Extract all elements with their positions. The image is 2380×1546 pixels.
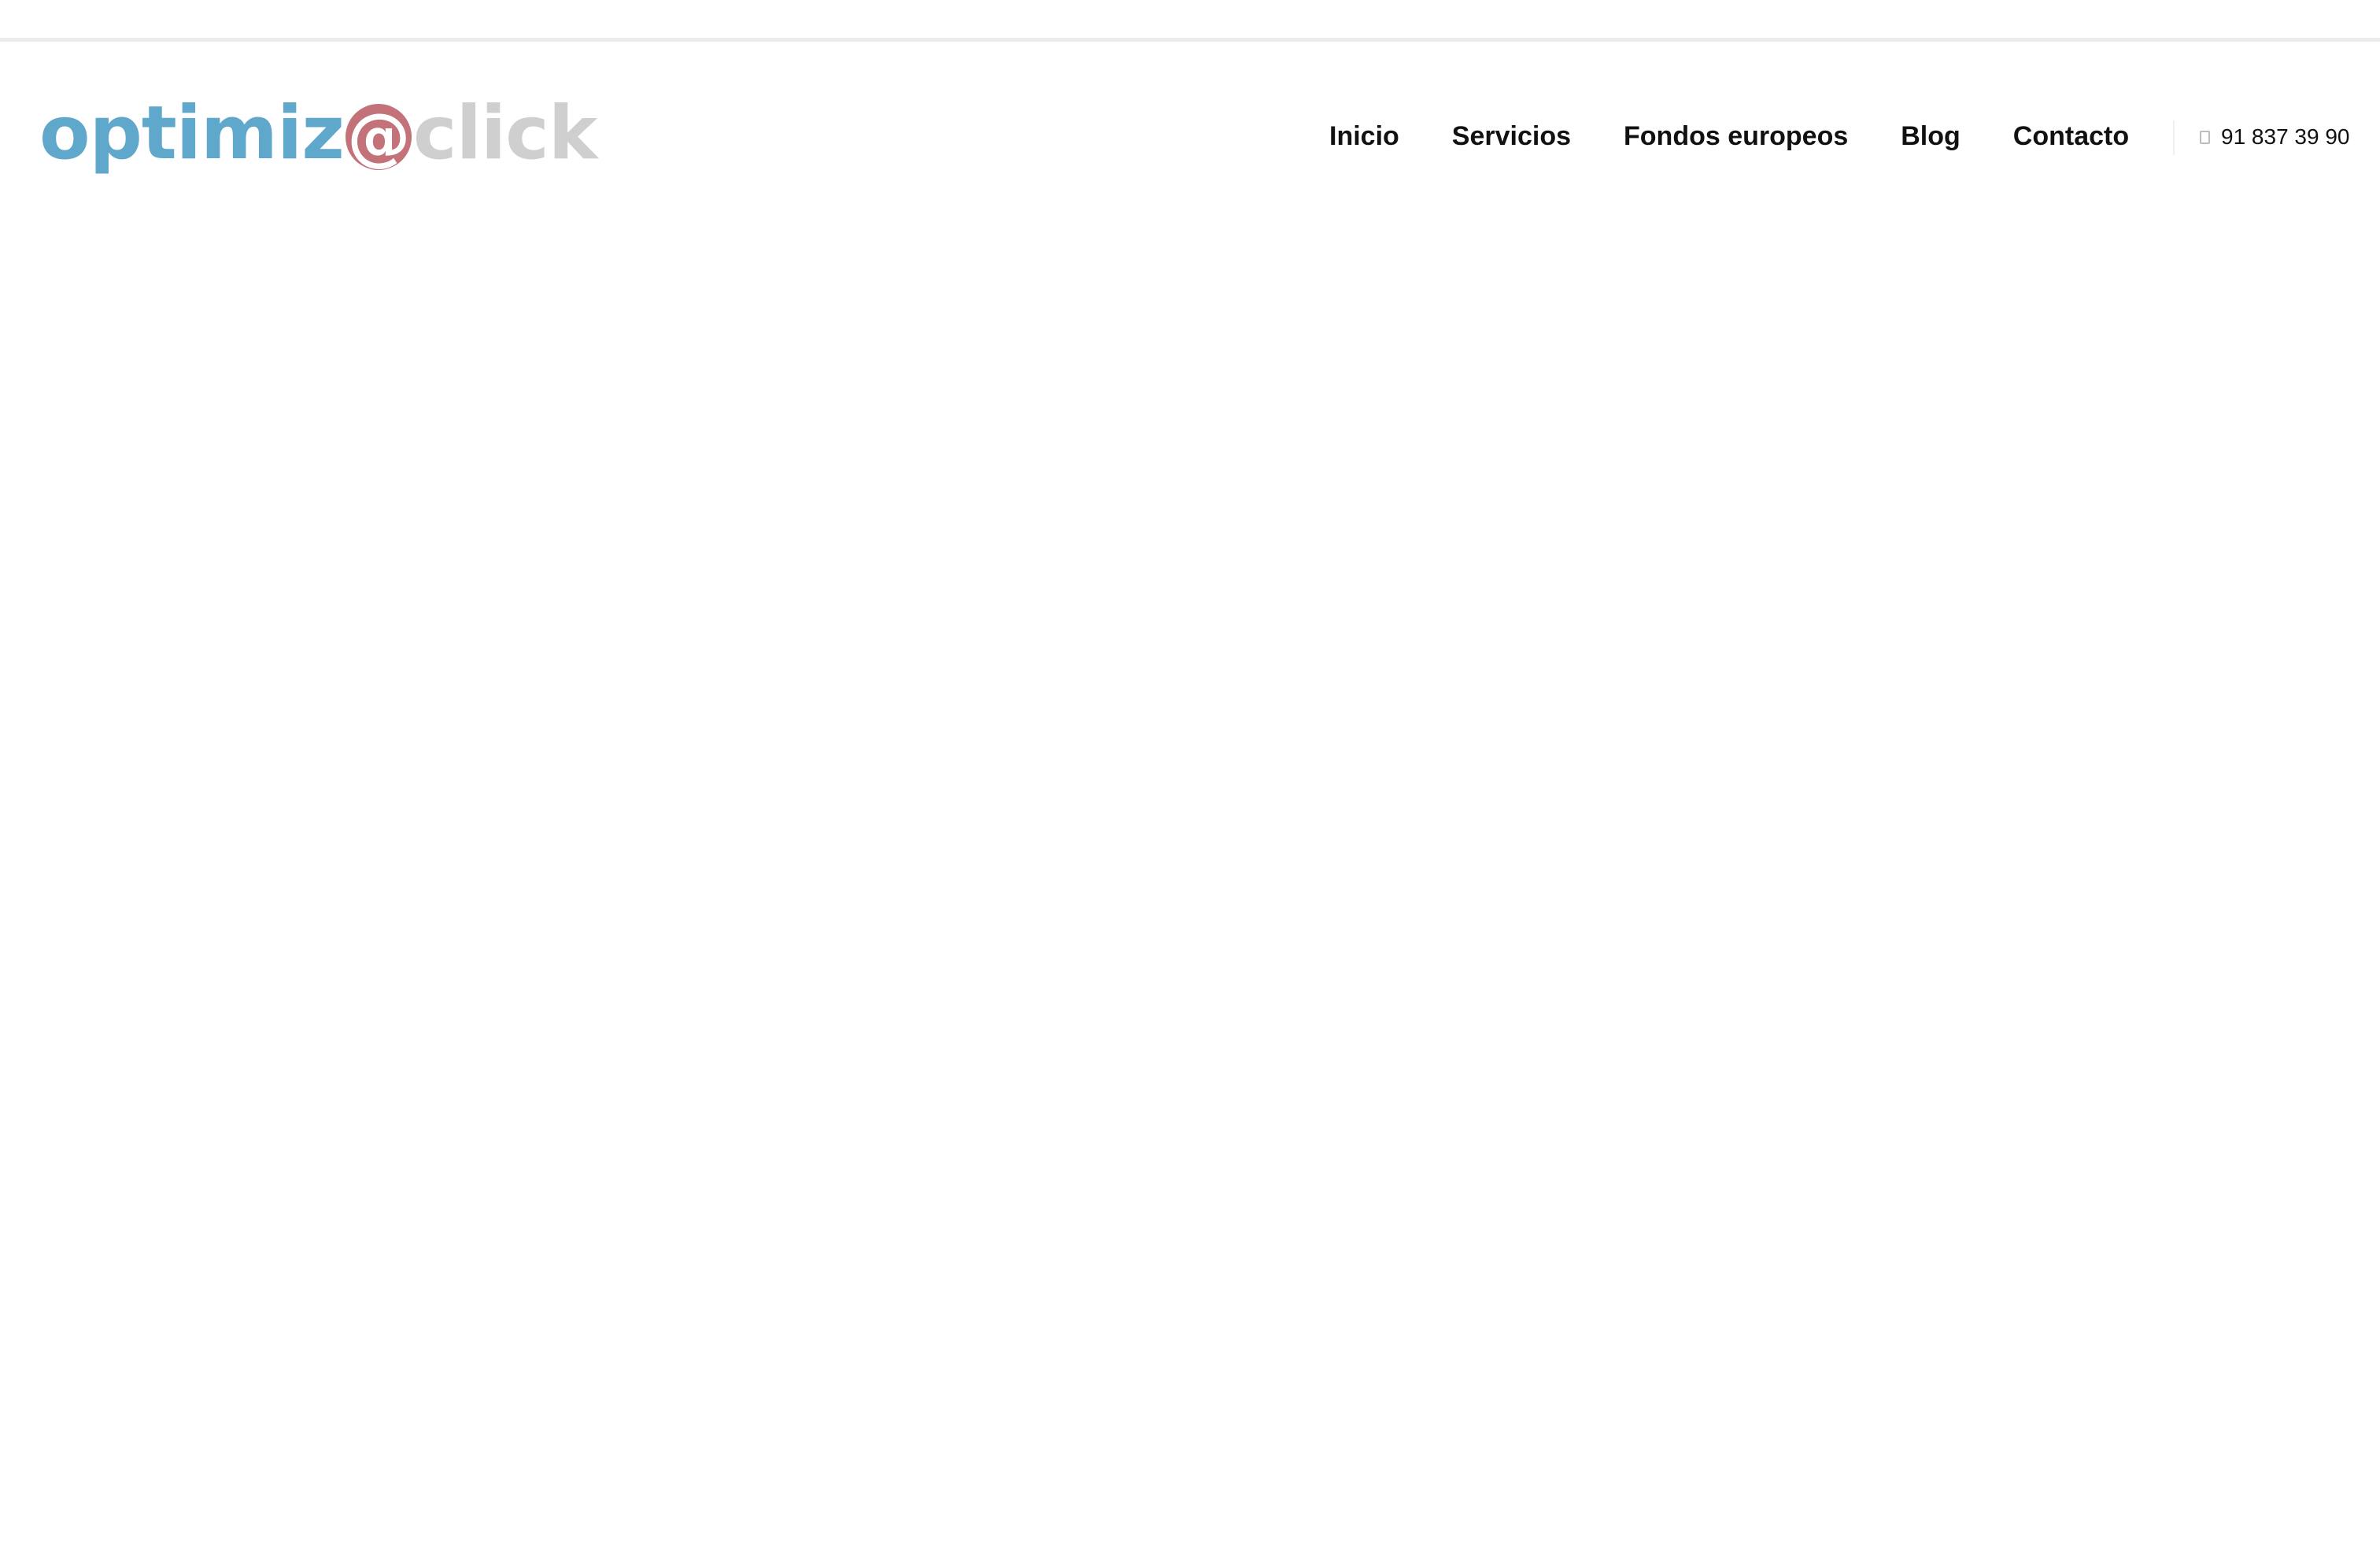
logo-at-sign: @ [345,104,412,170]
logo-text-optimiz: optimiz [39,91,345,176]
main-content [0,223,2380,1546]
nav-item-servicios[interactable]: Servicios [1452,121,1571,152]
logo-text-click: click [412,91,597,176]
nav-item-contacto[interactable]: Contacto [2013,121,2129,152]
nav-item-fondos-europeos[interactable]: Fondos europeos [1624,121,1848,152]
phone-number: 91 837 39 90 [2221,124,2350,149]
site-logo[interactable]: optimiz @ click [39,91,597,177]
main-nav: Inicio Servicios Fondos europeos Blog Co… [1329,113,2129,160]
nav-item-inicio[interactable]: Inicio [1329,121,1399,152]
phone-link[interactable]: 91 837 39 90 [2200,119,2350,155]
site-header: optimiz @ click Inicio Servicios Fondos eu… [0,42,2380,223]
nav-item-blog[interactable]: Blog [1901,121,1961,152]
top-strip [0,0,2380,42]
nav-divider [2173,120,2175,155]
phone-icon [2200,130,2210,144]
